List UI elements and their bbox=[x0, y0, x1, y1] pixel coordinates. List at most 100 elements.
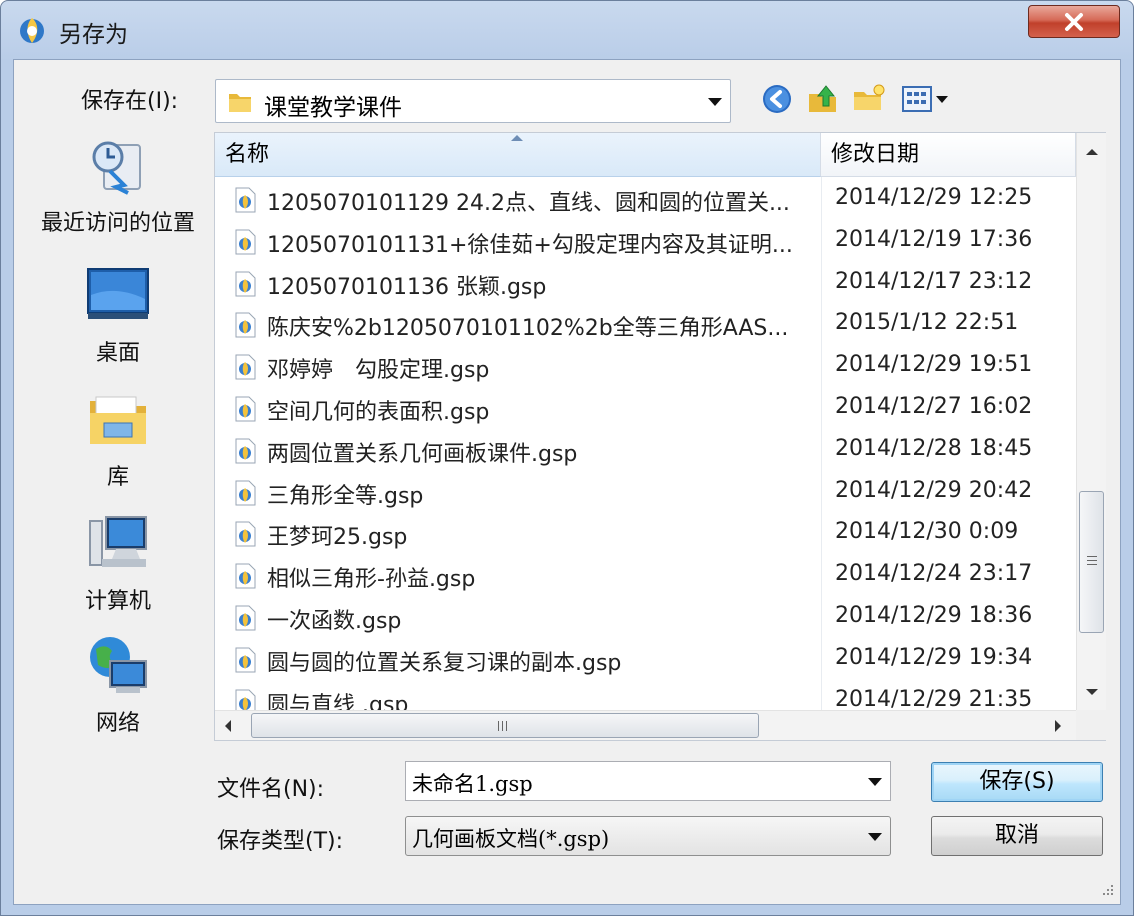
desktop-icon bbox=[86, 265, 150, 329]
file-row[interactable]: 王梦珂25.gsp 2014/12/30 0:09 bbox=[215, 513, 1076, 555]
file-name: 空间几何的表面积.gsp bbox=[267, 399, 490, 425]
save-in-value: 课堂教学课件 bbox=[264, 95, 402, 121]
cancel-button[interactable]: 取消 bbox=[931, 816, 1103, 856]
app-icon bbox=[17, 15, 47, 45]
file-date: 2014/12/27 16:02 bbox=[835, 393, 1033, 419]
file-row[interactable]: 空间几何的表面积.gsp 2014/12/27 16:02 bbox=[215, 388, 1076, 430]
gsp-file-icon bbox=[233, 354, 257, 380]
filename-value: 未命名1.gsp bbox=[412, 772, 533, 796]
file-date: 2014/12/29 19:51 bbox=[835, 352, 1033, 378]
file-name: 两圆位置关系几何画板课件.gsp bbox=[267, 441, 578, 467]
scroll-down-icon[interactable] bbox=[1086, 689, 1098, 695]
file-name: 1205070101136 张颖.gsp bbox=[267, 274, 547, 300]
file-name: 三角形全等.gsp bbox=[267, 483, 424, 509]
column-header-label: 修改日期 bbox=[831, 142, 920, 167]
file-row[interactable]: 圆与圆的位置关系复习课的副本.gsp 2014/12/29 19:34 bbox=[215, 639, 1076, 681]
file-date: 2014/12/28 18:45 bbox=[835, 435, 1033, 461]
back-button[interactable] bbox=[759, 81, 795, 117]
file-date: 2014/12/19 17:36 bbox=[835, 226, 1033, 252]
save-in-label: 保存在(I): bbox=[81, 89, 179, 114]
file-date: 2014/12/29 18:36 bbox=[835, 602, 1033, 628]
window-title: 另存为 bbox=[59, 22, 128, 48]
view-menu-icon bbox=[902, 86, 948, 112]
view-menu-button[interactable] bbox=[899, 81, 953, 117]
place-label: 网络 bbox=[95, 711, 140, 736]
column-header-label: 名称 bbox=[225, 142, 270, 167]
gsp-file-icon bbox=[233, 521, 257, 547]
file-date: 2014/12/24 23:17 bbox=[835, 561, 1033, 587]
close-icon bbox=[1065, 12, 1083, 31]
place-recent[interactable]: 最近访问的位置 bbox=[33, 135, 203, 237]
place-desktop[interactable]: 桌面 bbox=[33, 265, 203, 367]
save-in-dropdown[interactable]: 课堂教学课件 bbox=[215, 79, 731, 123]
vertical-scrollbar[interactable] bbox=[1076, 133, 1106, 710]
file-date: 2014/12/30 0:09 bbox=[835, 519, 1019, 545]
file-list[interactable]: 名称 修改日期 1205070101129 24.2点、直线、圆和圆的位置关..… bbox=[214, 132, 1106, 741]
horizontal-scrollbar[interactable] bbox=[215, 710, 1076, 740]
up-folder-icon bbox=[809, 85, 836, 112]
place-libraries[interactable]: 库 bbox=[33, 389, 203, 491]
file-row[interactable]: 1205070101136 张颖.gsp 2014/12/17 23:12 bbox=[215, 263, 1076, 305]
file-row[interactable]: 陈庆安%2b1205070101102%2b全等三角形AAS... 2015/1/… bbox=[215, 304, 1076, 346]
gsp-file-icon bbox=[233, 187, 257, 213]
file-rows: 1205070101129 24.2点、直线、圆和圆的位置关... 2014/12… bbox=[215, 179, 1076, 710]
close-button[interactable] bbox=[1028, 5, 1120, 38]
file-name: 邓婷婷 勾股定理.gsp bbox=[267, 358, 490, 384]
file-date: 2014/12/17 23:12 bbox=[835, 268, 1033, 294]
network-icon bbox=[86, 635, 150, 699]
computer-icon bbox=[86, 513, 150, 577]
file-date: 2015/1/12 22:51 bbox=[835, 310, 1019, 336]
recent-places-icon bbox=[86, 135, 150, 199]
file-name: 陈庆安%2b1205070101102%2b全等三角形AAS... bbox=[267, 316, 789, 342]
sort-up-icon bbox=[511, 135, 523, 141]
gsp-file-icon bbox=[233, 438, 257, 464]
chevron-down-icon bbox=[708, 98, 722, 106]
save-button[interactable]: 保存(S) bbox=[931, 762, 1103, 802]
file-row[interactable]: 圆与直线 .gsp 2014/12/29 21:35 bbox=[215, 681, 1076, 710]
place-computer[interactable]: 计算机 bbox=[33, 513, 203, 615]
gsp-file-icon bbox=[233, 605, 257, 631]
file-row[interactable]: 相似三角形-孙益.gsp 2014/12/24 23:17 bbox=[215, 555, 1076, 597]
place-label: 库 bbox=[106, 465, 129, 490]
scroll-right-icon[interactable] bbox=[1055, 720, 1061, 732]
file-name: 一次函数.gsp bbox=[267, 608, 402, 634]
file-row[interactable]: 两圆位置关系几何画板课件.gsp 2014/12/28 18:45 bbox=[215, 430, 1076, 472]
file-date: 2014/12/29 12:25 bbox=[835, 185, 1033, 210]
place-network[interactable]: 网络 bbox=[33, 635, 203, 737]
file-row[interactable]: 邓婷婷 勾股定理.gsp 2014/12/29 19:51 bbox=[215, 346, 1076, 388]
file-name: 1205070101129 24.2点、直线、圆和圆的位置关... bbox=[267, 191, 790, 216]
horizontal-scroll-thumb[interactable] bbox=[251, 713, 759, 738]
scroll-up-icon[interactable] bbox=[1086, 149, 1098, 155]
gsp-file-icon bbox=[233, 271, 257, 297]
file-name: 1205070101131+徐佳茹+勾股定理内容及其证明... bbox=[267, 232, 793, 258]
file-row[interactable]: 一次函数.gsp 2014/12/29 18:36 bbox=[215, 597, 1076, 639]
back-arrow-icon bbox=[763, 85, 791, 113]
gsp-file-icon bbox=[233, 480, 257, 506]
file-row[interactable]: 三角形全等.gsp 2014/12/29 20:42 bbox=[215, 472, 1076, 514]
file-name: 圆与直线 .gsp bbox=[267, 692, 409, 710]
chevron-down-icon[interactable] bbox=[868, 778, 882, 786]
file-row[interactable]: 1205070101129 24.2点、直线、圆和圆的位置关... 2014/12… bbox=[215, 179, 1076, 221]
column-header-date[interactable]: 修改日期 bbox=[821, 133, 1076, 177]
gsp-file-icon bbox=[233, 396, 257, 422]
filetype-dropdown[interactable]: 几何画板文档(*.gsp) bbox=[405, 816, 891, 856]
gsp-file-icon bbox=[233, 647, 257, 673]
scroll-corner bbox=[1076, 710, 1106, 740]
folder-icon bbox=[226, 88, 254, 120]
resize-grip-icon[interactable] bbox=[1099, 881, 1115, 897]
file-row[interactable]: 1205070101131+徐佳茹+勾股定理内容及其证明... 2014/12/1… bbox=[215, 221, 1076, 263]
column-header-name[interactable]: 名称 bbox=[215, 133, 821, 177]
gsp-file-icon bbox=[233, 229, 257, 255]
new-folder-button[interactable] bbox=[851, 81, 887, 117]
file-name: 相似三角形-孙益.gsp bbox=[267, 567, 476, 593]
up-folder-button[interactable] bbox=[805, 81, 841, 117]
file-date: 2014/12/29 20:42 bbox=[835, 477, 1033, 503]
new-folder-icon bbox=[854, 84, 885, 110]
scroll-left-icon[interactable] bbox=[225, 720, 231, 732]
place-label: 最近访问的位置 bbox=[40, 211, 195, 236]
title-bar[interactable]: 另存为 bbox=[1, 1, 1133, 57]
vertical-scroll-thumb[interactable] bbox=[1079, 491, 1104, 633]
file-date: 2014/12/29 19:34 bbox=[835, 644, 1033, 670]
filename-input[interactable]: 未命名1.gsp bbox=[405, 761, 891, 801]
gsp-file-icon bbox=[233, 312, 257, 338]
